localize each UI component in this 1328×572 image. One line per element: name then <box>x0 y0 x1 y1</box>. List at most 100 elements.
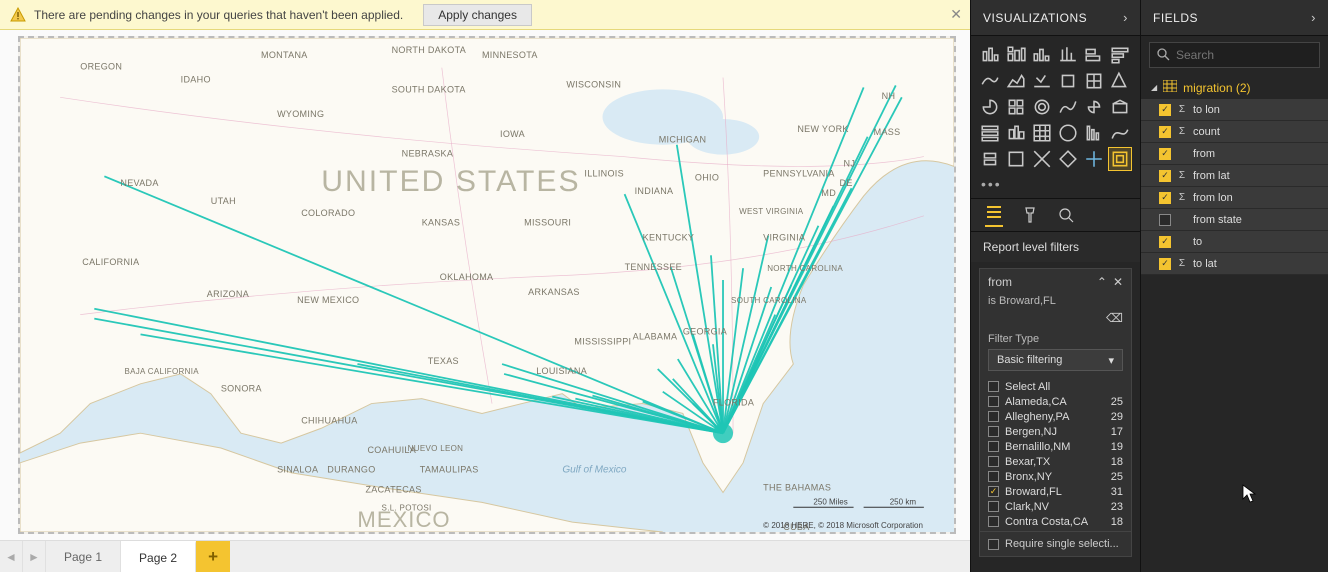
filter-value-checkbox[interactable] <box>988 456 999 467</box>
field-row[interactable]: Σto lon <box>1141 99 1328 121</box>
viz-type-icon[interactable] <box>1031 70 1053 92</box>
fields-search[interactable] <box>1149 42 1320 68</box>
svg-text:TEXAS: TEXAS <box>428 356 459 366</box>
filter-value-checkbox[interactable] <box>988 471 999 482</box>
field-checkbox[interactable] <box>1159 148 1171 160</box>
filter-value-checkbox[interactable] <box>988 411 999 422</box>
close-icon[interactable]: ✕ <box>950 6 962 23</box>
viz-type-icon[interactable] <box>1057 148 1079 170</box>
filter-value-row[interactable]: Broward,FL31 <box>988 484 1127 499</box>
report-canvas[interactable]: UNITED STATES MEXICO Gulf of Mexico THE … <box>0 30 970 540</box>
filter-value-row[interactable]: Contra Costa,CA18 <box>988 514 1127 529</box>
viz-type-icon[interactable] <box>1005 70 1027 92</box>
viz-type-icon[interactable] <box>1005 44 1027 66</box>
filter-value-row[interactable]: Bernalillo,NM19 <box>988 439 1127 454</box>
viz-type-icon[interactable] <box>1057 44 1079 66</box>
field-checkbox[interactable] <box>1159 104 1171 116</box>
tab-next-button[interactable]: ► <box>23 541 46 572</box>
svg-text:NEW YORK: NEW YORK <box>797 124 848 134</box>
collapse-visualizations-icon[interactable]: › <box>1123 10 1128 25</box>
svg-text:INDIANA: INDIANA <box>635 186 674 196</box>
filter-value-checkbox[interactable] <box>988 486 999 497</box>
viz-type-icon[interactable] <box>1109 70 1131 92</box>
filter-value-checkbox[interactable] <box>988 426 999 437</box>
field-row[interactable]: from state <box>1141 209 1328 231</box>
svg-text:ILLINOIS: ILLINOIS <box>584 168 624 178</box>
field-checkbox[interactable] <box>1159 258 1171 270</box>
viz-type-icon[interactable] <box>1083 96 1105 118</box>
field-row[interactable]: Σcount <box>1141 121 1328 143</box>
tab-page1[interactable]: Page 1 <box>46 541 121 572</box>
viz-type-icon[interactable] <box>1109 44 1131 66</box>
select-all-checkbox[interactable] <box>988 381 999 392</box>
viz-type-icon[interactable] <box>1083 44 1105 66</box>
field-row[interactable]: Σfrom lat <box>1141 165 1328 187</box>
filter-value-row[interactable]: Alameda,CA25 <box>988 394 1127 409</box>
filter-value-checkbox[interactable] <box>988 516 999 527</box>
field-row[interactable]: from <box>1141 143 1328 165</box>
svg-text:NEBRASKA: NEBRASKA <box>402 149 454 159</box>
viz-type-icon[interactable] <box>1005 122 1027 144</box>
svg-text:MD: MD <box>821 188 836 198</box>
eraser-icon[interactable]: ⌫ <box>1106 311 1123 325</box>
require-single-checkbox[interactable] <box>988 539 999 550</box>
collapse-fields-icon[interactable]: › <box>1311 10 1316 25</box>
format-tab[interactable] <box>1021 206 1039 224</box>
fields-well-tab[interactable] <box>985 203 1003 227</box>
viz-type-icon[interactable] <box>1031 122 1053 144</box>
filter-value-checkbox[interactable] <box>988 396 999 407</box>
tab-page2[interactable]: Page 2 <box>121 541 196 572</box>
viz-type-icon[interactable] <box>979 122 1001 144</box>
collapse-filter-icon[interactable]: ⌃ <box>1097 275 1107 289</box>
table-node-migration[interactable]: ◢ migration (2) <box>1141 74 1328 99</box>
add-page-button[interactable]: + <box>196 541 230 572</box>
viz-type-icon[interactable] <box>1031 148 1053 170</box>
viz-type-icon[interactable] <box>979 148 1001 170</box>
field-row[interactable]: to <box>1141 231 1328 253</box>
svg-text:OREGON: OREGON <box>80 62 122 72</box>
fields-search-input[interactable] <box>1176 48 1328 62</box>
visualizations-panel: VISUALIZATIONS › ••• Report level filter… <box>970 0 1140 572</box>
field-checkbox[interactable] <box>1159 192 1171 204</box>
viz-type-icon[interactable] <box>1109 96 1131 118</box>
field-checkbox[interactable] <box>1159 236 1171 248</box>
viz-type-icon[interactable] <box>1031 44 1053 66</box>
more-visuals-button[interactable]: ••• <box>971 174 1140 198</box>
svg-text:MASS: MASS <box>874 127 901 137</box>
field-checkbox[interactable] <box>1159 214 1171 226</box>
viz-type-icon[interactable] <box>1057 70 1079 92</box>
viz-type-icon[interactable] <box>979 70 1001 92</box>
field-checkbox[interactable] <box>1159 170 1171 182</box>
viz-type-icon[interactable] <box>1031 96 1053 118</box>
filter-value-row[interactable]: Allegheny,PA29 <box>988 409 1127 424</box>
filter-value-row[interactable]: Bergen,NJ17 <box>988 424 1127 439</box>
viz-type-icon[interactable] <box>1083 122 1105 144</box>
field-row[interactable]: Σfrom lon <box>1141 187 1328 209</box>
filter-value-checkbox[interactable] <box>988 441 999 452</box>
filter-value-row[interactable]: Bronx,NY25 <box>988 469 1127 484</box>
viz-type-icon[interactable] <box>979 96 1001 118</box>
filter-value-checkbox[interactable] <box>988 501 999 512</box>
viz-type-icon[interactable] <box>1109 122 1131 144</box>
viz-type-icon[interactable] <box>979 44 1001 66</box>
sigma-icon: Σ <box>1177 258 1187 269</box>
field-checkbox[interactable] <box>1159 126 1171 138</box>
filter-type-select[interactable]: Basic filtering ▾ <box>988 349 1123 371</box>
svg-text:COLORADO: COLORADO <box>301 208 355 218</box>
map-visual[interactable]: UNITED STATES MEXICO Gulf of Mexico THE … <box>18 36 956 534</box>
clear-filter-icon[interactable]: ✕ <box>1113 275 1123 289</box>
filter-value-row[interactable]: Bexar,TX18 <box>988 454 1127 469</box>
filter-value-row[interactable]: Clark,NV23 <box>988 499 1127 514</box>
viz-type-icon[interactable] <box>1083 70 1105 92</box>
analytics-tab[interactable] <box>1057 206 1075 224</box>
field-row[interactable]: Σto lat <box>1141 253 1328 275</box>
viz-type-icon[interactable] <box>1005 96 1027 118</box>
viz-type-icon[interactable] <box>1057 122 1079 144</box>
viz-type-icon[interactable] <box>1083 148 1105 170</box>
apply-changes-button[interactable]: Apply changes <box>423 4 532 26</box>
viz-type-icon[interactable] <box>1109 148 1131 170</box>
viz-type-icon[interactable] <box>1057 96 1079 118</box>
viz-type-icon[interactable] <box>1005 148 1027 170</box>
tab-prev-button[interactable]: ◄ <box>0 541 23 572</box>
fields-title: FIELDS <box>1153 11 1198 25</box>
